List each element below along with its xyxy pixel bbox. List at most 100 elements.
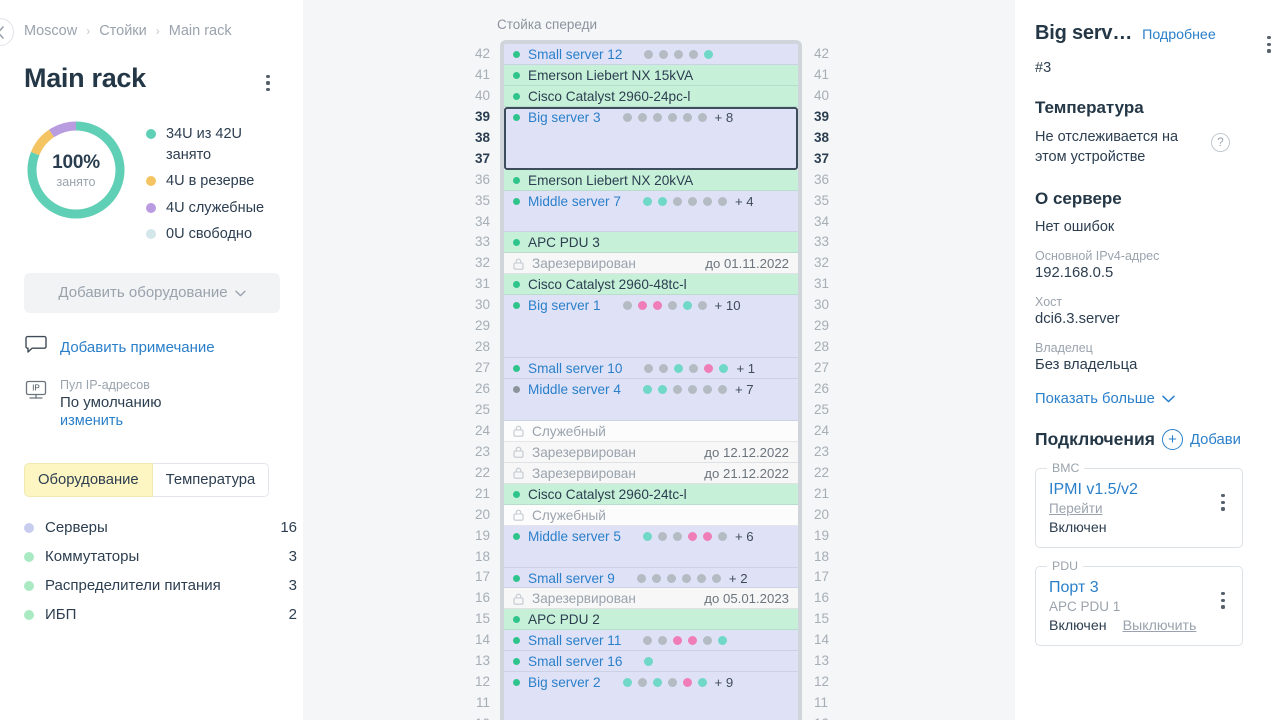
equipment-row-servers[interactable]: Серверы 16	[24, 513, 297, 542]
device-name[interactable]: Small server 16	[528, 654, 622, 669]
connection-options-button[interactable]	[1212, 587, 1234, 613]
rack-unit-row[interactable]: Small server 12	[504, 44, 798, 65]
device-name[interactable]: Small server 10	[528, 361, 622, 376]
rack-unit-row[interactable]: APC PDU 2	[504, 609, 798, 631]
breadcrumb-item-2[interactable]: Main rack	[169, 23, 232, 39]
device-more-link[interactable]: Подробнее	[1142, 27, 1216, 43]
device-status-dot	[513, 92, 520, 100]
show-more-button[interactable]: Показать больше	[1035, 391, 1280, 407]
add-connection-label[interactable]: Добави	[1190, 432, 1241, 448]
rack-caption: Стойка спереди	[497, 17, 597, 32]
device-name[interactable]: Middle server 7	[528, 194, 621, 209]
add-equipment-button[interactable]: Добавить оборудование	[24, 272, 280, 313]
add-note-row[interactable]: Добавить примечание	[24, 335, 279, 360]
rack-unit-row[interactable]: Big server 2 + 9	[504, 672, 798, 720]
breadcrumb-item-0[interactable]: Moscow	[24, 23, 77, 39]
rack-unit-row[interactable]: Big server 3 + 8	[504, 106, 798, 170]
rack-unit-row[interactable]: Служебный	[504, 420, 798, 442]
rack-unit-row[interactable]: Emerson Liebert NX 20kVA	[504, 169, 798, 191]
port-dot	[642, 531, 652, 541]
rack-unit-row[interactable]: Small server 16	[504, 651, 798, 673]
equipment-row-ups[interactable]: ИБП 2	[24, 600, 297, 629]
tab-temperature[interactable]: Температура	[152, 463, 270, 498]
rack-unit-row[interactable]: Emerson Liebert NX 15kVA	[504, 64, 798, 86]
port-overflow-count: + 6	[734, 528, 754, 544]
rack-unit-row[interactable]: Cisco Catalyst 2960-24pc-l	[504, 85, 798, 107]
unit-number: 25	[814, 401, 830, 417]
unit-number: 37	[814, 150, 830, 166]
connection-options-button[interactable]	[1212, 489, 1234, 515]
connection-link[interactable]: Перейти	[1049, 501, 1229, 516]
field-label: Основной IPv4-адрес	[1035, 249, 1160, 264]
unit-number: 10	[814, 714, 832, 720]
rack-unit-row[interactable]: Зарезервирован до 05.01.2023	[504, 588, 798, 610]
unit-number: 20	[474, 506, 490, 522]
add-connection-icon[interactable]: +	[1161, 429, 1183, 451]
rack-options-button[interactable]	[257, 70, 279, 96]
port-overflow-count: + 7	[734, 382, 754, 398]
capacity-donut-chart: 100% занято	[24, 118, 128, 222]
back-button[interactable]	[0, 18, 14, 46]
add-note-label[interactable]: Добавить примечание	[60, 339, 215, 356]
device-name[interactable]: Small server 12	[528, 47, 622, 62]
reservation-date: до 21.12.2022	[704, 465, 789, 481]
rack-unit-row[interactable]: Зарезервирован до 12.12.2022	[504, 441, 798, 463]
rack-unit-row[interactable]: Small server 10 + 1	[504, 358, 798, 380]
tab-equipment[interactable]: Оборудование	[24, 463, 153, 498]
equipment-count: 16	[280, 519, 297, 537]
rack-unit-row[interactable]: Middle server 7 + 4	[504, 190, 798, 233]
help-icon[interactable]: ?	[1211, 133, 1230, 153]
field-label: Владелец	[1035, 341, 1093, 356]
legend-label: 34U из 42U занято	[166, 126, 243, 163]
kebab-dot	[1267, 49, 1271, 53]
rack-unit-row[interactable]: Small server 9 + 2	[504, 567, 798, 589]
equipment-row-pdus[interactable]: Распределители питания 3	[24, 571, 297, 600]
device-status-dot	[513, 71, 520, 79]
capacity-legend: 34U из 42U занято 4U в резерве 4U служеб…	[146, 118, 276, 251]
rack-unit-row[interactable]: Middle server 4 + 7	[504, 379, 798, 421]
legend-dot-occupied	[146, 129, 156, 139]
rack-unit-row[interactable]: Зарезервирован до 01.11.2022	[504, 253, 798, 275]
device-status-dot	[513, 50, 520, 58]
unit-number: 32	[474, 255, 490, 271]
device-name[interactable]: Middle server 5	[528, 529, 621, 544]
device-name[interactable]: Big server 1	[528, 298, 601, 313]
rack-unit-row[interactable]: Cisco Catalyst 2960-48tc-l	[504, 274, 798, 296]
device-name[interactable]: Big server 3	[528, 110, 601, 125]
device-status-dot	[513, 532, 520, 540]
unit-number: 31	[814, 276, 830, 292]
chevron-down-icon	[234, 284, 246, 301]
port-dot	[682, 678, 692, 688]
unit-number: 29	[474, 318, 490, 334]
rack-unit-row[interactable]: Служебный	[504, 504, 798, 526]
reservation-date: до 05.01.2023	[704, 591, 789, 607]
rack-unit-row[interactable]: Cisco Catalyst 2960-24tc-l	[504, 483, 798, 505]
ip-pool-change-link[interactable]: изменить	[60, 413, 161, 429]
connection-state: Включен	[1049, 618, 1107, 635]
port-dot	[673, 636, 683, 646]
device-name[interactable]: Small server 11	[528, 633, 621, 648]
connection-title[interactable]: Порт 3	[1049, 579, 1229, 597]
rack-unit-row[interactable]: Middle server 5 + 6	[504, 525, 798, 568]
device-status-dot	[513, 658, 520, 666]
unit-number: 30	[474, 297, 490, 313]
rack-unit-row[interactable]: Small server 11	[504, 630, 798, 652]
unit-number: 19	[474, 527, 490, 543]
connection-power-off-link[interactable]: Выключить	[1123, 618, 1197, 634]
rack-unit-row[interactable]: APC PDU 3	[504, 232, 798, 254]
breadcrumb-item-1[interactable]: Стойки	[99, 23, 147, 39]
device-options-button[interactable]	[1258, 31, 1280, 57]
device-name[interactable]: Big server 2	[528, 675, 601, 690]
connection-title[interactable]: IPMI v1.5/v2	[1049, 481, 1229, 499]
rack-unit-row[interactable]: Big server 1 + 10	[504, 295, 798, 359]
device-name: Cisco Catalyst 2960-48tc-l	[528, 277, 687, 293]
device-name[interactable]: Small server 9	[528, 571, 615, 586]
equipment-count: 2	[288, 606, 297, 624]
equipment-row-switches[interactable]: Коммутаторы 3	[24, 542, 297, 571]
device-name[interactable]: Middle server 4	[528, 382, 621, 397]
rack-unit-row[interactable]: Зарезервирован до 21.12.2022	[504, 462, 798, 484]
port-dot	[681, 573, 691, 583]
unit-number: 28	[814, 339, 830, 355]
port-dot	[682, 301, 692, 311]
device-name: Зарезервирован	[532, 256, 636, 272]
